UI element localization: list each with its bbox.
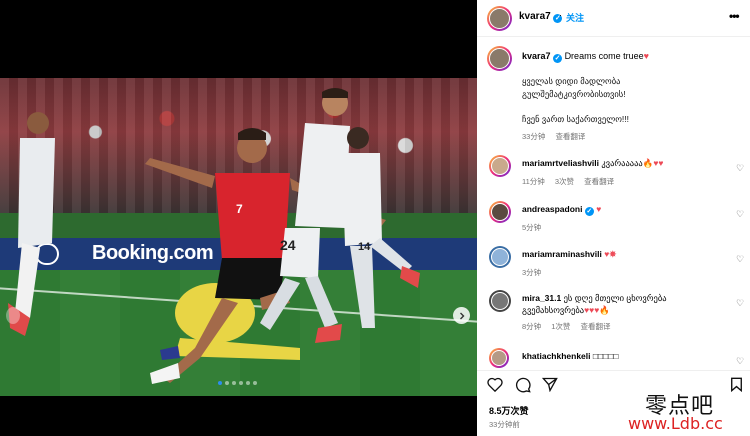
carousel-dot xyxy=(225,381,229,385)
post-details-panel: kvara7 ✓ · 关注 ••• kvara7 ✓ Dreams come t… xyxy=(477,0,750,436)
posted-time: 33分钟前 xyxy=(489,420,520,429)
comment-likes[interactable]: 3次赞 xyxy=(555,177,574,186)
caption-line-2: გულშემატკივრობისთვის! xyxy=(522,89,626,99)
comment-like-heart-icon[interactable]: ♡ xyxy=(736,163,744,174)
comment-time: 3分钟 xyxy=(522,268,542,277)
comment-icon[interactable] xyxy=(515,377,531,397)
post-header: kvara7 ✓ · 关注 ••• xyxy=(477,0,750,37)
author-avatar[interactable] xyxy=(487,6,512,31)
caption-avatar[interactable] xyxy=(487,46,512,71)
caption-username[interactable]: kvara7 ✓ Dreams come truee♥ xyxy=(522,51,649,63)
caption-translate-link[interactable]: 查看翻译 xyxy=(555,132,585,141)
verified-badge-icon: ✓ xyxy=(553,54,563,63)
comment-time: 11分钟 xyxy=(522,177,545,186)
comment-translate-link[interactable]: 查看翻译 xyxy=(581,322,611,331)
comment-username[interactable]: mariamraminashvili ♥✵ xyxy=(522,249,616,260)
comment-likes[interactable]: 1次赞 xyxy=(551,322,570,331)
comment-item: mira_31.1 ეს დღე მთელი ცხოვრება გვემახსო… xyxy=(477,288,750,336)
comment-username[interactable]: mira_31.1 ეს დღე მთელი ცხოვრება xyxy=(522,293,667,304)
next-image-button[interactable] xyxy=(453,307,470,324)
author-username[interactable]: kvara7 ✓ xyxy=(519,11,563,23)
comment-username[interactable]: mariamrtveliashvili კვარააააა🔥♥♥ xyxy=(522,158,663,169)
comment-avatar[interactable] xyxy=(489,290,511,312)
comment-time: 5分钟 xyxy=(522,223,542,232)
comment-username[interactable]: khatiachkhenkeli □□□□□ xyxy=(522,351,619,361)
players-illustration: 7 24 14 xyxy=(8,88,420,384)
comment-like-heart-icon[interactable]: ♡ xyxy=(736,209,744,220)
chevron-right-icon xyxy=(459,312,464,319)
comment-translate-link[interactable]: 查看翻译 xyxy=(584,177,614,186)
heart-outline-icon[interactable] xyxy=(487,377,503,396)
comment-emojis: ♥ xyxy=(596,204,602,214)
comment-avatar[interactable] xyxy=(489,348,509,368)
comment-meta: 8分钟 1次赞 查看翻译 xyxy=(522,321,619,332)
comment-text: □□□□□ xyxy=(592,351,619,361)
comment-emojis: 🔥♥♥ xyxy=(642,158,664,168)
bookmark-icon[interactable] xyxy=(730,377,743,396)
carousel-dot-active xyxy=(218,381,222,385)
jersey-number-white-2: 14 xyxy=(358,241,371,253)
previous-image-button[interactable] xyxy=(6,307,20,324)
more-options-icon[interactable]: ••• xyxy=(729,9,740,23)
player-white-14: 14 xyxy=(342,127,420,328)
comment-emojis: ♥✵ xyxy=(604,249,617,259)
comment-item: andreaspadoni ✓ ♥ 5分钟 ♡ xyxy=(477,199,750,239)
carousel-dot xyxy=(239,381,243,385)
comment-text: ეს დღე მთელი ცხოვრება xyxy=(563,293,667,303)
instagram-post-view: Booking.com 7 24 14 kvara7 ✓ · 关注 ••• kv… xyxy=(0,0,750,436)
comment-like-heart-icon[interactable]: ♡ xyxy=(736,298,744,309)
comment-item: mariamraminashvili ♥✵ 3分钟 ♡ xyxy=(477,244,750,284)
follow-button[interactable]: 关注 xyxy=(566,11,584,24)
comment-text-continued: გვემახსოვრება♥♥♥🔥 xyxy=(522,305,610,315)
comment-item: khatiachkhenkeli □□□□□ ♡ xyxy=(477,346,750,368)
comment-username[interactable]: andreaspadoni ✓ ♥ xyxy=(522,204,601,216)
caption-line-3: ჩვენ ვართ საქართველო!!! xyxy=(522,114,630,124)
comment-meta: 5分钟 xyxy=(522,222,549,233)
caption-time: 33分钟 xyxy=(522,132,546,141)
caption-text: Dreams come truee xyxy=(564,51,644,61)
post-photo[interactable]: Booking.com 7 24 14 xyxy=(0,78,477,396)
caption-line-1: ყველას დიდი მადლობა xyxy=(522,76,621,86)
player-left-white xyxy=(8,112,55,336)
caption-meta: 33分钟 查看翻译 xyxy=(522,131,593,142)
comment-like-heart-icon[interactable]: ♡ xyxy=(736,254,744,265)
comment-meta: 3分钟 xyxy=(522,267,549,278)
comment-item: mariamrtveliashvili კვარააააა🔥♥♥ 11分钟 3次… xyxy=(477,153,750,193)
carousel-dot xyxy=(253,381,257,385)
heart-emoji: ♥ xyxy=(643,51,649,61)
comment-meta: 11分钟 3次赞 查看翻译 xyxy=(522,176,622,187)
comment-emojis: ♥♥♥🔥 xyxy=(584,305,610,315)
comment-like-heart-icon[interactable]: ♡ xyxy=(736,356,744,367)
carousel-dot xyxy=(232,381,236,385)
paper-plane-icon[interactable] xyxy=(541,377,558,396)
comment-avatar[interactable] xyxy=(489,201,511,223)
jersey-number-white-1: 24 xyxy=(280,237,296,253)
verified-badge-icon: ✓ xyxy=(584,207,594,216)
carousel-dot xyxy=(246,381,250,385)
comment-avatar[interactable] xyxy=(489,155,511,177)
comment-time: 8分钟 xyxy=(522,322,542,331)
comment-avatar[interactable] xyxy=(489,246,511,268)
jersey-number-red: 7 xyxy=(236,202,243,216)
likes-count[interactable]: 8.5万次赞 xyxy=(489,404,529,417)
watermark-url: www.Ldb.cc xyxy=(628,414,723,433)
header-separator: · xyxy=(559,10,562,20)
carousel-indicator xyxy=(218,381,257,385)
post-media-area: Booking.com 7 24 14 xyxy=(0,0,477,436)
comment-text: კვარააააა xyxy=(601,158,643,168)
